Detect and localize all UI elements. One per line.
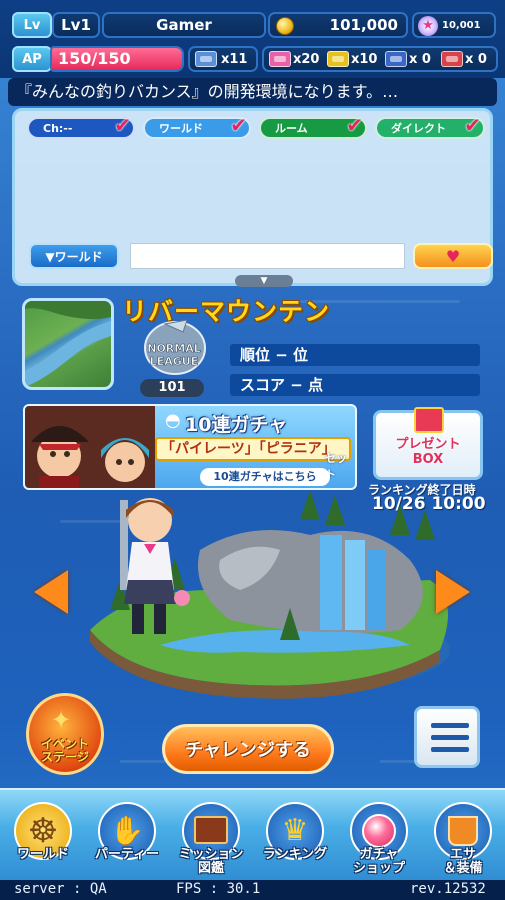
- gift-icon: [414, 407, 444, 433]
- ap-gauge: 150/150: [50, 46, 184, 72]
- nav-gacha-shop[interactable]: ガチャ ショップ: [338, 798, 420, 880]
- ap-value: 150/150: [58, 49, 131, 68]
- chevron-down-icon: ▼: [260, 276, 268, 286]
- fishing-ticket-icon: [195, 51, 217, 67]
- nav-mission[interactable]: ミッション 図鑑: [170, 798, 252, 880]
- river-landscape-icon: [25, 301, 111, 387]
- heart-icon: ♥: [445, 246, 461, 266]
- star-gem-icon: ★: [418, 16, 438, 36]
- fps-label: FPS : 30.1: [176, 881, 261, 897]
- event-fish-icon: ✦: [51, 706, 72, 734]
- level-display: Lv1: [52, 12, 100, 38]
- league-line2: LEAGUE: [150, 355, 199, 368]
- nav-bait-equip[interactable]: エサ ＆装備: [422, 798, 504, 880]
- present-line1: プレゼント: [395, 437, 461, 452]
- island-illustration: [90, 490, 450, 699]
- coin-counter: 101,000: [268, 12, 408, 38]
- pink-ticket-icon: [269, 51, 291, 67]
- gacha-title: 10連ガチャ: [185, 414, 288, 436]
- player-name[interactable]: Gamer: [102, 12, 266, 38]
- announcement-ticker[interactable]: 『みんなの釣りバカンス』の開発環境になります。…: [8, 78, 497, 106]
- nav-label: エサ ＆装備: [443, 847, 483, 876]
- event-stage-button[interactable]: ✦ イベント ステージ: [26, 693, 104, 775]
- chat-filter-label: ダイレクト: [391, 122, 446, 135]
- rank-row: 順位 − 位: [230, 344, 480, 366]
- chat-filter-label: ルーム: [275, 122, 308, 135]
- gacha-subtitle: 「パイレーツ」「ピラニア」: [155, 437, 351, 461]
- debug-footer: server : QA FPS : 30.1 rev.12532: [0, 880, 505, 900]
- ticket-counter-group: x20 x10 x 0 x 0: [262, 46, 498, 72]
- premium-amount: 10,001: [442, 19, 481, 31]
- nav-label: ミッション 図鑑: [178, 847, 244, 876]
- ticket-counter-1: x11: [188, 46, 258, 72]
- checkmark-icon: ✔: [230, 113, 247, 137]
- ap-tag: AP: [12, 46, 52, 72]
- coin-icon: [276, 17, 294, 35]
- next-stage-arrow[interactable]: [436, 570, 470, 614]
- league-emblem-icon: NORMAL LEAGUE: [144, 319, 206, 375]
- gashapon-icon: ◓: [165, 410, 181, 431]
- ticket-count: x10: [351, 51, 378, 67]
- coin-amount: 101,000: [329, 16, 398, 34]
- premium-counter[interactable]: ★ 10,001: [412, 12, 496, 38]
- checkmark-icon: ✔: [114, 113, 131, 137]
- ticket-count: x20: [293, 51, 320, 67]
- chat-send-button[interactable]: ♥: [413, 243, 493, 269]
- nav-label: パーティー: [94, 847, 160, 862]
- chat-collapse-button[interactable]: ▼: [235, 275, 293, 287]
- event-stage-label: イベント ステージ: [29, 738, 101, 764]
- gacha-banner[interactable]: ◓ 10連ガチャ 「パイレーツ」「ピラニア」 セット 10連ガチャはこちら: [23, 404, 357, 490]
- yellow-ticket-icon: [327, 51, 349, 67]
- nav-ranking[interactable]: ♛ ランキング: [254, 798, 336, 880]
- challenge-button[interactable]: チャレンジする: [162, 724, 334, 774]
- ticket-count: x11: [221, 51, 248, 67]
- server-label: server : QA: [14, 881, 107, 897]
- chat-input[interactable]: [130, 243, 405, 269]
- nav-world[interactable]: ☸ ワールド: [2, 798, 84, 880]
- present-line2: BOX: [412, 452, 444, 467]
- status-bar: Lv Lv1 Gamer 101,000 ★ 10,001 AP 150/150…: [0, 0, 505, 78]
- previous-stage-arrow[interactable]: [34, 570, 68, 614]
- stage-island-scene[interactable]: [70, 480, 460, 710]
- level-tag: Lv: [12, 12, 52, 38]
- chat-filter-direct[interactable]: ダイレクト ✔: [375, 113, 485, 139]
- league-number: 101: [140, 379, 204, 397]
- red-ticket-icon: [441, 51, 463, 67]
- chat-filter-label: Ch:--: [43, 121, 73, 135]
- blue-ticket-icon: [385, 51, 407, 67]
- stage-thumbnail[interactable]: [22, 298, 114, 390]
- checkmark-icon: ✔: [464, 113, 481, 137]
- chat-channel-select[interactable]: ▼ワールド: [29, 243, 119, 269]
- stage-list-button[interactable]: [414, 706, 480, 768]
- present-box-button[interactable]: プレゼント BOX: [373, 407, 483, 480]
- bottom-navigation: ☸ ワールド ✋ パーティー ミッション 図鑑 ♛ ランキング ガチャ ショップ エ…: [0, 788, 505, 882]
- present-box-label: プレゼント BOX: [376, 437, 480, 467]
- ticket-count: x 0: [409, 51, 431, 67]
- nav-party[interactable]: ✋ パーティー: [86, 798, 168, 880]
- chat-filter-room[interactable]: ルーム ✔: [259, 113, 367, 139]
- nav-label: ガチャ ショップ: [352, 847, 405, 876]
- nav-label: ワールド: [16, 847, 69, 862]
- checkmark-icon: ✔: [346, 113, 363, 137]
- chat-filter-channel[interactable]: Ch:-- ✔: [27, 113, 135, 139]
- score-row: スコア − 点: [230, 374, 480, 396]
- revision-label: rev.12532: [410, 881, 486, 897]
- pirate-characters-icon: [25, 406, 155, 488]
- event-line2: ステージ: [41, 750, 89, 764]
- ticket-count: x 0: [465, 51, 487, 67]
- chat-filter-world[interactable]: ワールド ✔: [143, 113, 251, 139]
- chat-filter-label: ワールド: [159, 122, 203, 135]
- nav-label: ランキング: [262, 847, 328, 862]
- chat-panel: Ch:-- ✔ ワールド ✔ ルーム ✔ ダイレクト ✔ ▼ワールド ♥ ▼: [12, 108, 493, 287]
- league-line1: NORMAL: [147, 342, 201, 355]
